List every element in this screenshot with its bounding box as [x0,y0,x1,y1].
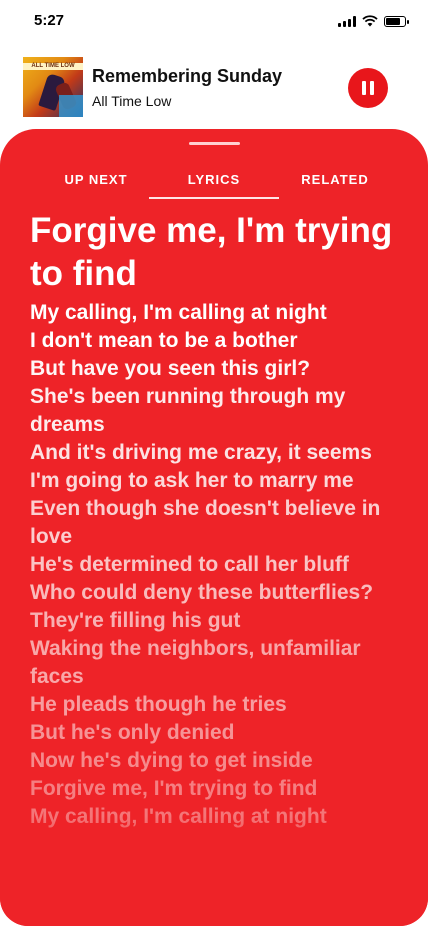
lyrics-fade [0,816,428,926]
lyrics-sheet: UP NEXT LYRICS RELATED Forgive me, I'm t… [0,129,428,926]
lyric-line: I'm going to ask her to marry me [30,469,354,492]
album-art[interactable]: ALL TIME LOW [23,57,83,117]
status-bar: 5:27 [0,0,428,44]
lyric-line: They're filling his gut [30,609,241,632]
status-time: 5:27 [34,12,65,29]
lyrics-list: Forgive me, I'm trying to find My callin… [30,209,408,831]
pause-button[interactable] [348,68,388,108]
lyric-line: My calling, I'm calling at night [30,301,327,324]
lyric-line: But he's only denied [30,721,235,744]
lyric-line: But have you seen this girl? [30,357,311,380]
wifi-icon [362,15,378,27]
track-artist[interactable]: All Time Low [92,93,171,109]
lyric-line: He's determined to call her bluff [30,553,349,576]
cellular-signal-icon [338,15,356,27]
lyric-line: And it's driving me crazy, it seems [30,441,372,464]
lyric-line: She's been running through my dreams [30,385,346,436]
tab-related[interactable]: RELATED [290,167,380,199]
album-art-text: ALL TIME LOW [23,63,83,70]
lyric-line: Waking the neighbors, unfamiliar faces [30,637,361,688]
tab-up-next[interactable]: UP NEXT [52,167,140,199]
tab-bar: UP NEXT LYRICS RELATED [0,167,428,199]
mini-player[interactable]: ALL TIME LOW Remembering Sunday All Time… [0,52,428,124]
lyric-line: I don't mean to be a bother [30,329,298,352]
pause-icon [362,81,374,95]
track-title[interactable]: Remembering Sunday [92,66,282,87]
lyric-line: Forgive me, I'm trying to find [30,777,318,800]
lyric-line: He pleads though he tries [30,693,287,716]
lyric-current-line: Forgive me, I'm trying to find [30,211,393,293]
tab-lyrics[interactable]: LYRICS [149,167,279,199]
lyric-line: Even though she doesn't believe in love [30,497,381,548]
lyric-line: Now he's dying to get inside [30,749,313,772]
lyric-line: Who could deny these butterflies? [30,581,374,604]
battery-level [386,17,401,25]
battery-icon [384,15,409,27]
status-icons [338,15,409,27]
drag-handle[interactable] [189,142,240,145]
